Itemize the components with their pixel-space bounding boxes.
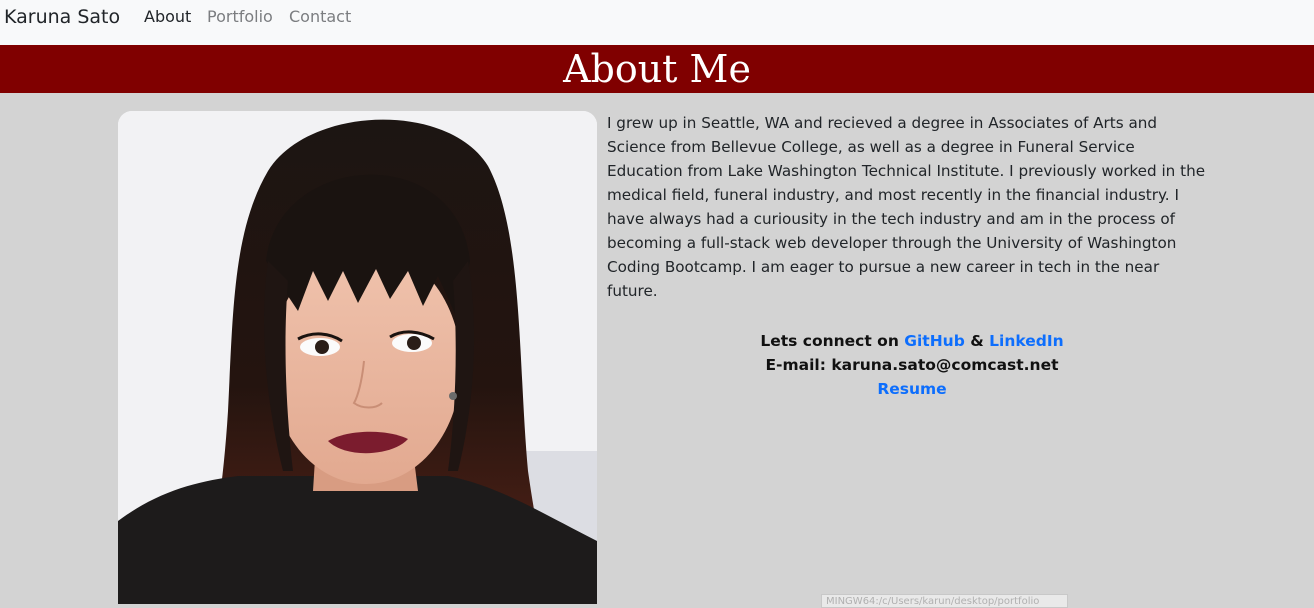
email-label: E-mail: (765, 356, 832, 374)
connect-ampersand: & (964, 332, 990, 350)
navbar: Karuna Sato About Portfolio Contact (0, 0, 1314, 45)
resume-line: Resume (607, 377, 1217, 401)
email-line: E-mail: karuna.sato@comcast.net (607, 353, 1217, 377)
connect-prefix: Lets connect on (760, 332, 905, 350)
linkedin-link[interactable]: LinkedIn (989, 332, 1064, 350)
profile-photo (118, 111, 597, 604)
nav-link-contact[interactable]: Contact (289, 7, 351, 27)
email-address: karuna.sato@comcast.net (831, 356, 1059, 374)
resume-link[interactable]: Resume (877, 380, 946, 398)
connect-line: Lets connect on GitHub & LinkedIn (607, 329, 1217, 353)
nav-link-about[interactable]: About (144, 7, 191, 27)
nav-link-portfolio[interactable]: Portfolio (207, 7, 273, 27)
page-title: About Me (563, 47, 751, 91)
contact-links: Lets connect on GitHub & LinkedIn E-mail… (607, 329, 1217, 401)
about-banner: About Me (0, 45, 1314, 93)
github-link[interactable]: GitHub (904, 332, 965, 350)
bio-paragraph: I grew up in Seattle, WA and recieved a … (607, 114, 1206, 300)
status-tooltip: MINGW64:/c/Users/karun/desktop/portfolio (821, 594, 1068, 608)
portrait-illustration (118, 111, 597, 604)
brand-link[interactable]: Karuna Sato (4, 5, 120, 29)
